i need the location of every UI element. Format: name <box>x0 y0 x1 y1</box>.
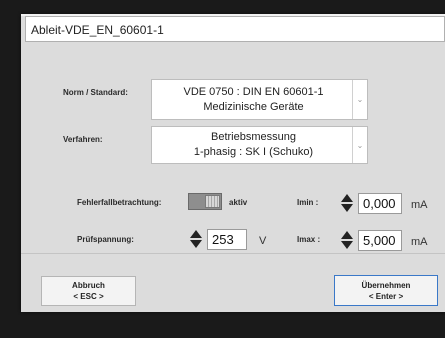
pruefspannung-spinner[interactable] <box>189 228 203 250</box>
fehlerfall-toggle[interactable] <box>188 193 222 210</box>
pruefspannung-label: Prüfspannung: <box>77 235 134 244</box>
divider <box>21 253 445 254</box>
imax-spinner[interactable] <box>340 229 354 251</box>
norm-label: Norm / Standard: <box>63 88 128 97</box>
arrow-down-icon[interactable] <box>341 204 353 212</box>
fehlerfall-state: aktiv <box>229 198 248 207</box>
name-input[interactable]: Ableit-VDE_EN_60601-1 <box>25 16 445 42</box>
abbruch-button[interactable]: Abbruch < ESC > <box>41 276 136 306</box>
verfahren-select[interactable]: Betriebsmessung 1-phasig : SK I (Schuko)… <box>151 126 368 164</box>
imax-label: Imax : <box>297 235 321 244</box>
norm-line1: VDE 0750 : DIN EN 60601-1 <box>183 85 324 98</box>
imin-label: Imin : <box>297 198 319 207</box>
arrow-up-icon[interactable] <box>190 230 202 238</box>
arrow-up-icon[interactable] <box>341 231 353 239</box>
chevron-down-icon[interactable]: ⌄ <box>352 127 367 163</box>
norm-select[interactable]: VDE 0750 : DIN EN 60601-1 Medizinische G… <box>151 79 368 120</box>
norm-select-text: VDE 0750 : DIN EN 60601-1 Medizinische G… <box>152 80 355 119</box>
norm-line2: Medizinische Geräte <box>203 100 304 113</box>
arrow-down-icon[interactable] <box>190 240 202 248</box>
imax-input[interactable]: 5,000 <box>358 230 402 251</box>
verfahren-line2: 1-phasig : SK I (Schuko) <box>193 146 314 158</box>
chevron-down-icon[interactable]: ⌄ <box>352 80 367 119</box>
toggle-switch-icon <box>205 195 220 208</box>
uebernehmen-label: Übernehmen <box>361 280 411 290</box>
pruefspannung-unit: V <box>259 235 267 247</box>
abbruch-label: Abbruch <box>72 281 105 290</box>
uebernehmen-button[interactable]: Übernehmen < Enter > <box>334 275 438 306</box>
verfahren-label: Verfahren: <box>63 135 103 144</box>
imax-unit: mA <box>411 236 428 248</box>
abbruch-shortcut: < ESC > <box>73 292 104 301</box>
arrow-up-icon[interactable] <box>341 194 353 202</box>
imin-unit: mA <box>411 199 428 211</box>
verfahren-select-text: Betriebsmessung 1-phasig : SK I (Schuko) <box>152 127 355 163</box>
arrow-down-icon[interactable] <box>341 241 353 249</box>
pruefspannung-input[interactable]: 253 <box>207 229 247 250</box>
verfahren-line1: Betriebsmessung <box>211 131 296 143</box>
fehlerfall-label: Fehlerfallbetrachtung: <box>77 198 162 207</box>
uebernehmen-shortcut: < Enter > <box>368 291 404 301</box>
imin-spinner[interactable] <box>340 192 354 214</box>
imin-input[interactable]: 0,000 <box>358 193 402 214</box>
